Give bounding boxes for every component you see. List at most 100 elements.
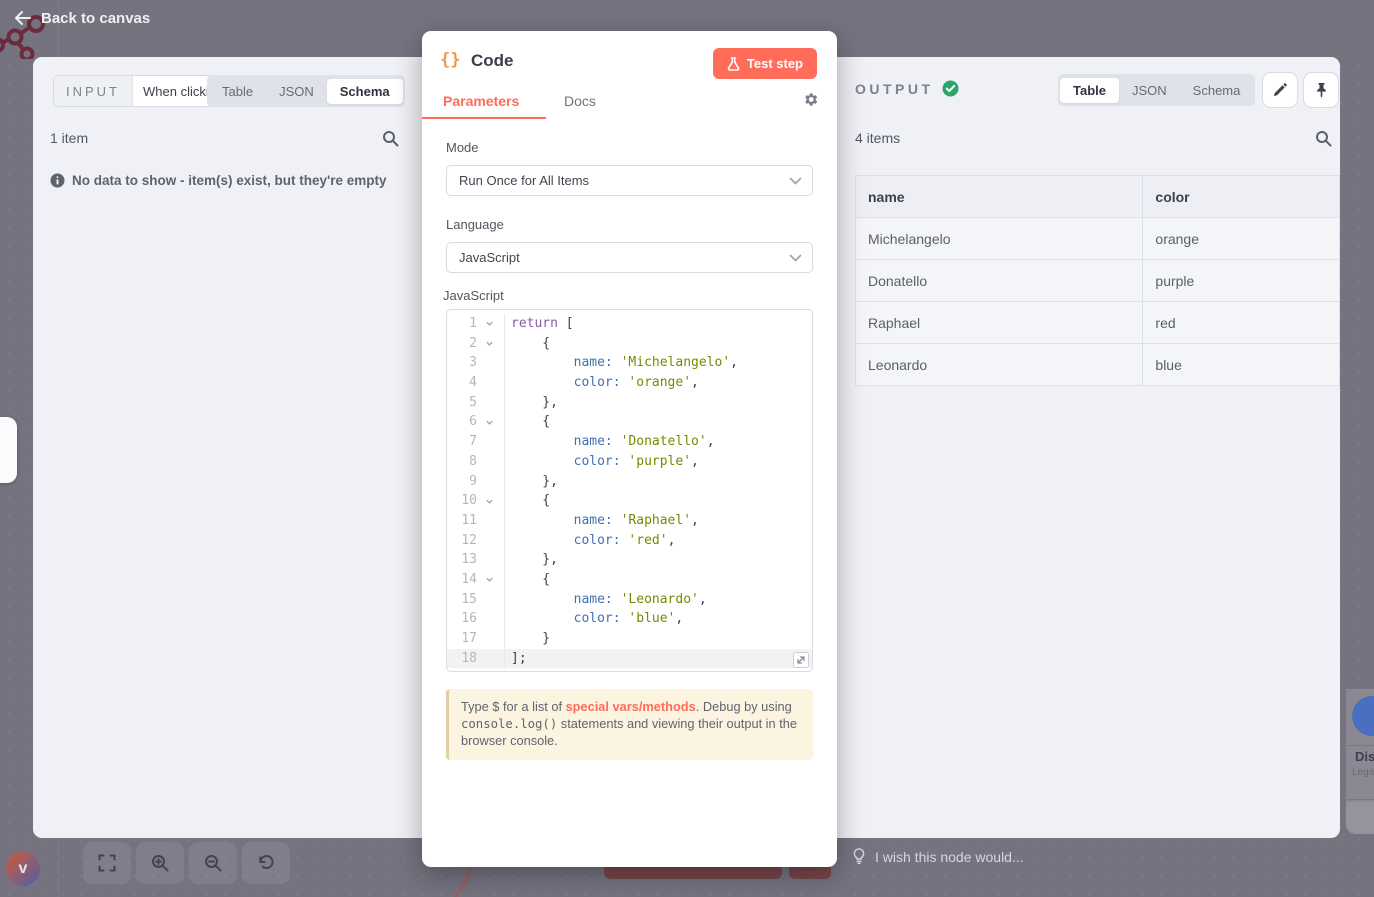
- line-number: 2: [447, 334, 477, 354]
- output-tab-table[interactable]: Table: [1060, 78, 1119, 103]
- table-cell: Leonardo: [856, 344, 1143, 386]
- flask-icon: [727, 57, 740, 71]
- line-number: 15: [447, 590, 477, 610]
- pin-data-button[interactable]: [1303, 72, 1339, 108]
- input-tab-schema[interactable]: Schema: [327, 79, 403, 104]
- pencil-icon: [1272, 82, 1288, 98]
- fold-chevron-icon[interactable]: [477, 334, 501, 354]
- node-settings-gear-button[interactable]: [802, 91, 819, 111]
- resize-diagonal-icon: [796, 655, 806, 665]
- chevron-down-icon: [789, 254, 802, 262]
- code-node-icon: {}: [440, 50, 460, 70]
- language-label: Language: [446, 217, 504, 232]
- back-to-canvas-button[interactable]: Back to canvas: [14, 6, 150, 30]
- column-header: name: [856, 176, 1143, 218]
- zoom-in-button[interactable]: [136, 842, 184, 884]
- output-table: namecolor MichelangeloorangeDonatellopur…: [855, 175, 1340, 386]
- input-items-count: 1 item: [50, 130, 88, 146]
- table-cell: orange: [1143, 218, 1340, 260]
- line-number: 4: [447, 373, 477, 393]
- code-line: 6 {: [447, 412, 812, 432]
- editor-resize-handle[interactable]: [793, 652, 809, 668]
- code-line: 13 },: [447, 550, 812, 570]
- gear-icon: [802, 91, 819, 108]
- code-editor-lines: 1return [2 {3 name: 'Michelangelo',4 col…: [447, 314, 812, 668]
- output-table-header-row: namecolor: [856, 176, 1340, 218]
- code-line: 4 color: 'orange',: [447, 373, 812, 393]
- zoom-out-button[interactable]: [189, 842, 237, 884]
- code-editor[interactable]: 1return [2 {3 name: 'Michelangelo',4 col…: [446, 309, 813, 672]
- test-step-button[interactable]: Test step: [713, 48, 817, 79]
- code-line: 10 {: [447, 491, 812, 511]
- fold-chevron-icon[interactable]: [477, 570, 501, 590]
- output-tab-json[interactable]: JSON: [1119, 78, 1180, 103]
- line-number: 1: [447, 314, 477, 334]
- success-check-icon: [942, 80, 959, 97]
- input-search-button[interactable]: [382, 130, 399, 150]
- line-number: 11: [447, 511, 477, 531]
- table-cell: Raphael: [856, 302, 1143, 344]
- active-tab-underline: [422, 117, 546, 119]
- input-tab-json[interactable]: JSON: [266, 79, 327, 104]
- line-number: 12: [447, 531, 477, 551]
- output-items-count: 4 items: [855, 130, 900, 146]
- table-row: Michelangeloorange: [856, 218, 1340, 260]
- code-line: 15 name: 'Leonardo',: [447, 590, 812, 610]
- reset-zoom-icon: [257, 854, 275, 872]
- table-cell: red: [1143, 302, 1340, 344]
- mode-select[interactable]: Run Once for All Items: [446, 165, 813, 196]
- table-cell: blue: [1143, 344, 1340, 386]
- empty-message: No data to show - item(s) exist, but the…: [72, 173, 387, 188]
- output-label: OUTPUT: [855, 80, 959, 97]
- fold-chevron-icon[interactable]: [477, 412, 501, 432]
- editor-hint-box: Type $ for a list of special vars/method…: [446, 689, 813, 760]
- line-number: 13: [447, 550, 477, 570]
- pin-icon: [1314, 82, 1329, 98]
- code-line: 11 name: 'Raphael',: [447, 511, 812, 531]
- node-title: Code: [471, 51, 514, 71]
- line-number: 18: [447, 649, 477, 669]
- table-row: Donatellopurple: [856, 260, 1340, 302]
- line-number: 8: [447, 452, 477, 472]
- edit-output-button[interactable]: [1262, 72, 1298, 108]
- fold-chevron-icon[interactable]: [477, 491, 501, 511]
- line-number: 10: [447, 491, 477, 511]
- chevron-down-icon: [789, 177, 802, 185]
- line-number: 5: [447, 393, 477, 413]
- code-line: 5 },: [447, 393, 812, 413]
- n8n-node-detail-view: Back to canvas INPUT When clickin Table …: [0, 0, 1374, 897]
- line-number: 17: [447, 629, 477, 649]
- output-table-body: MichelangeloorangeDonatellopurpleRaphael…: [856, 218, 1340, 386]
- zoom-out-icon: [204, 854, 222, 872]
- table-row: Leonardoblue: [856, 344, 1340, 386]
- code-line: 7 name: 'Donatello',: [447, 432, 812, 452]
- input-tab-table[interactable]: Table: [209, 79, 266, 104]
- editor-language-label: JavaScript: [443, 288, 504, 303]
- code-line: 14 {: [447, 570, 812, 590]
- back-label: Back to canvas: [41, 10, 150, 27]
- tab-parameters[interactable]: Parameters: [443, 93, 519, 109]
- output-tab-schema[interactable]: Schema: [1180, 78, 1254, 103]
- reset-zoom-button[interactable]: [242, 842, 290, 884]
- language-select[interactable]: JavaScript: [446, 242, 813, 273]
- line-number: 7: [447, 432, 477, 452]
- output-view-tabs: Table JSON Schema: [1058, 74, 1255, 106]
- search-icon: [382, 130, 399, 147]
- tab-docs[interactable]: Docs: [564, 93, 596, 109]
- node-feedback-button[interactable]: I wish this node would...: [852, 848, 1024, 865]
- fit-view-button[interactable]: [83, 842, 131, 884]
- output-search-button[interactable]: [1315, 130, 1332, 150]
- fit-view-icon: [98, 854, 116, 872]
- code-line: 12 color: 'red',: [447, 531, 812, 551]
- line-number: 6: [447, 412, 477, 432]
- code-line: 18];: [447, 649, 812, 669]
- fold-chevron-icon[interactable]: [477, 314, 501, 334]
- column-header: color: [1143, 176, 1340, 218]
- background-node-subtitle: Lega: [1352, 767, 1374, 778]
- panel-drag-handle[interactable]: [0, 417, 17, 483]
- arrow-left-icon: [14, 10, 32, 26]
- special-vars-link[interactable]: special vars/methods: [566, 699, 696, 714]
- user-avatar[interactable]: v: [6, 852, 40, 886]
- input-empty-notice: No data to show - item(s) exist, but the…: [50, 173, 395, 188]
- line-number: 16: [447, 609, 477, 629]
